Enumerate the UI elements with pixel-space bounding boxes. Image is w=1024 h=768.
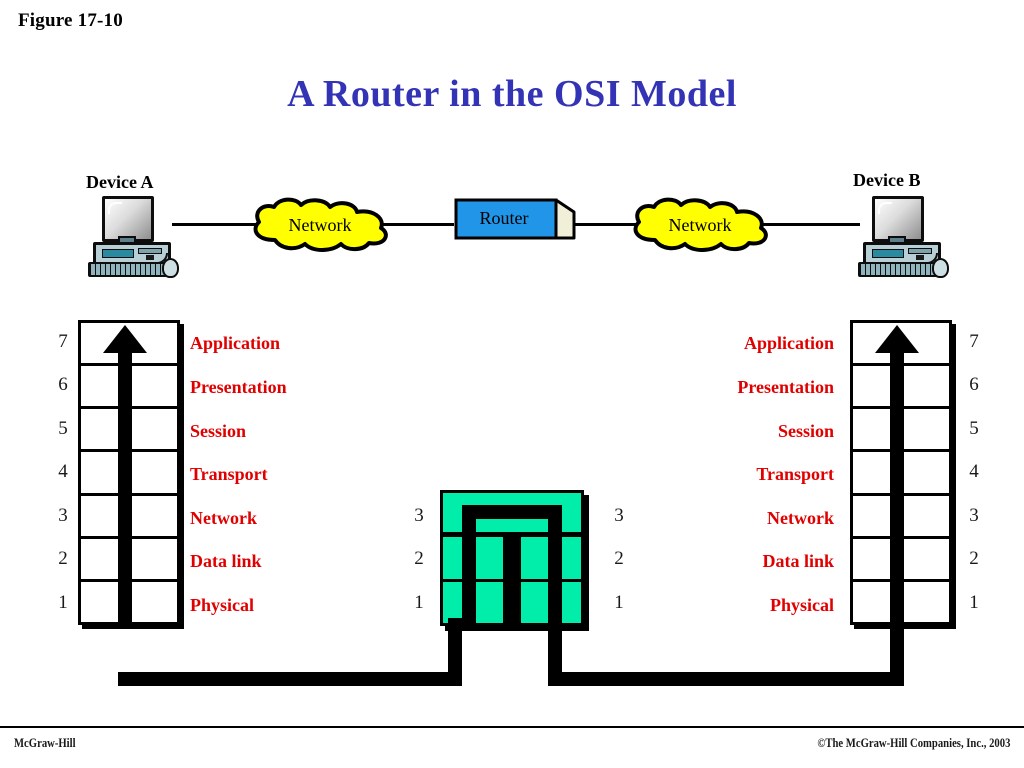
cloud-right-label: Network <box>668 214 732 235</box>
drive-slot <box>872 249 904 258</box>
router-layer-number-2-left: 2 <box>414 548 424 569</box>
layer-number-3-right: 3 <box>969 505 979 526</box>
keyboard-icon <box>88 262 170 277</box>
layer-number-7-left: 7 <box>58 331 68 352</box>
mouse-icon <box>162 258 179 278</box>
footer-divider <box>0 726 1024 728</box>
layer-name-datalink-left: Data link <box>190 551 262 571</box>
device-a-label: Device A <box>86 172 154 192</box>
layer-number-5-right: 5 <box>969 418 979 439</box>
flow-arrowhead-left-stack <box>103 325 147 353</box>
keyboard-icon <box>858 262 940 277</box>
mouse-icon <box>932 258 949 278</box>
layer-number-4-left: 4 <box>58 461 68 482</box>
cloud-left-label: Network <box>288 214 352 235</box>
layer-name-application-left: Application <box>190 333 281 353</box>
layer-name-network-left: Network <box>190 508 257 528</box>
layer-name-presentation-right: Presentation <box>737 377 834 397</box>
figure-label: Figure 17-10 <box>18 10 123 31</box>
router-layer-number-2-right: 2 <box>614 548 624 569</box>
layer-name-session-right: Session <box>777 421 834 441</box>
computer-icon-device-a <box>80 196 180 278</box>
layer-name-physical-right: Physical <box>769 595 834 615</box>
drive-slot <box>102 249 134 258</box>
router-label: Router <box>479 207 529 228</box>
flow-bottom-run-right <box>548 672 900 686</box>
router-layer-number-3-left: 3 <box>414 505 424 526</box>
router-layer-number-1-left: 1 <box>414 592 424 613</box>
layer-number-7-right: 7 <box>969 331 979 352</box>
flow-bottom-run-left <box>118 672 462 686</box>
footer-copyright: ©The McGraw-Hill Companies, Inc., 2003 <box>816 735 1010 750</box>
computer-icon-device-b <box>850 196 950 278</box>
flow-arrowhead-right-stack <box>875 325 919 353</box>
footer-publisher: McGraw-Hill <box>14 735 76 750</box>
layer-name-physical-left: Physical <box>190 595 255 615</box>
router-layer-number-1-right: 1 <box>614 592 624 613</box>
flow-router-up-left <box>462 505 476 625</box>
layer-number-2-left: 2 <box>58 548 68 569</box>
router-layer-number-3-right: 3 <box>614 505 624 526</box>
flow-router-bridge-top <box>462 505 562 519</box>
layer-number-3-left: 3 <box>58 505 68 526</box>
network-cloud-right: Network <box>625 196 775 254</box>
layer-number-2-right: 2 <box>969 548 979 569</box>
layer-name-network-right: Network <box>767 508 834 528</box>
layer-number-6-left: 6 <box>58 374 68 395</box>
page-title: A Router in the OSI Model <box>287 73 737 115</box>
router-box: Router <box>452 198 576 250</box>
layer-name-transport-right: Transport <box>756 464 834 484</box>
layer-number-4-right: 4 <box>969 461 979 482</box>
flow-riser-into-router-left <box>448 618 462 680</box>
layer-name-application-right: Application <box>743 333 834 353</box>
network-cloud-left: Network <box>245 196 395 254</box>
layer-number-6-right: 6 <box>969 374 979 395</box>
layer-name-presentation-left: Presentation <box>190 377 287 397</box>
flow-router-down-right <box>548 505 562 625</box>
layer-number-1-right: 1 <box>969 592 979 613</box>
layer-name-datalink-right: Data link <box>762 551 834 571</box>
layer-number-1-left: 1 <box>58 592 68 613</box>
device-b-label: Device B <box>853 170 921 190</box>
flow-shaft-right-stack <box>890 348 904 686</box>
flow-riser-out-router-right <box>548 618 562 680</box>
layer-name-session-left: Session <box>190 421 247 441</box>
layer-name-transport-left: Transport <box>190 464 268 484</box>
layer-number-5-left: 5 <box>58 418 68 439</box>
flow-shaft-left-stack <box>118 348 132 628</box>
